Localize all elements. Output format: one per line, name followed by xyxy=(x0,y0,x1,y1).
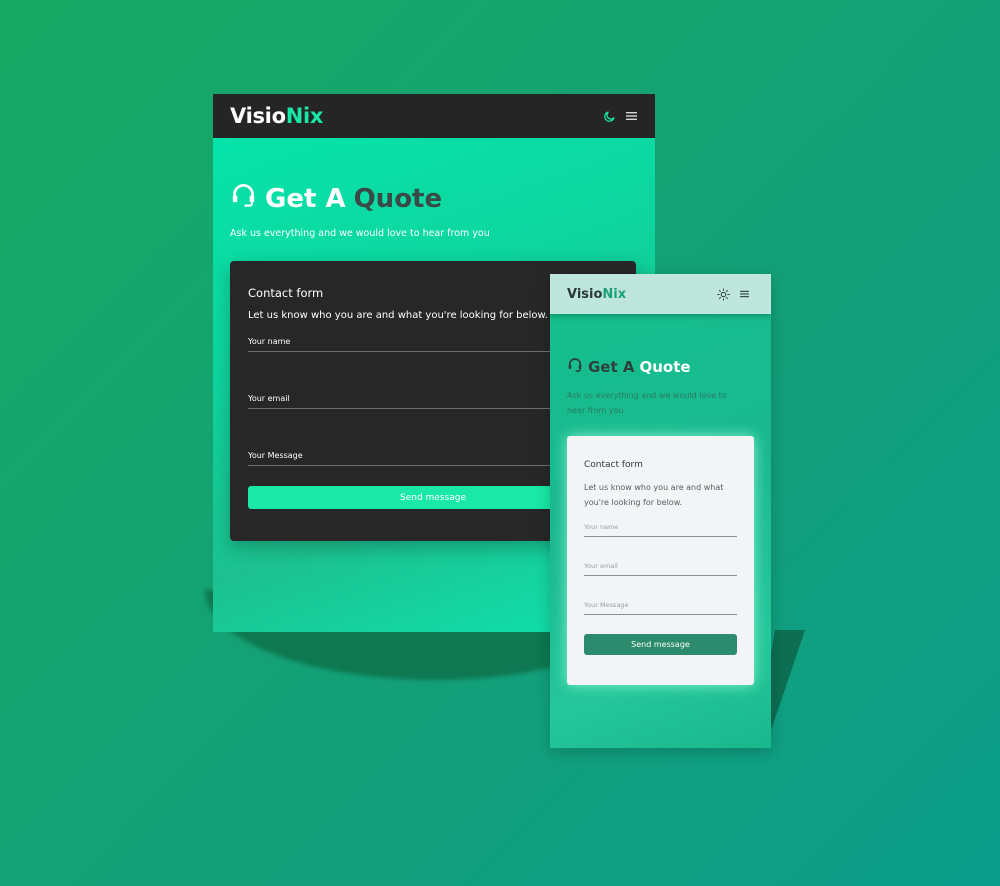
moon-icon[interactable] xyxy=(603,110,616,123)
brand-text-visio: Visio xyxy=(230,104,286,128)
desktop-brand-logo[interactable]: VisioNix xyxy=(230,104,323,128)
mobile-page-subtitle: Ask us everything and we would love to h… xyxy=(567,391,727,415)
title-quote: Quote xyxy=(639,358,691,376)
form-subtitle: Let us know who you are and what you're … xyxy=(248,310,548,321)
title-get-a: Get A xyxy=(588,358,635,376)
hamburger-menu-icon[interactable] xyxy=(740,290,749,298)
desktop-nav-icons xyxy=(603,110,637,123)
send-message-button[interactable]: Send message xyxy=(584,634,737,655)
form-title: Contact form xyxy=(248,286,324,300)
headset-icon xyxy=(230,182,257,216)
brand-text-visio: Visio xyxy=(567,286,603,302)
desktop-navbar: VisioNix xyxy=(213,94,655,138)
title-get-a: Get A xyxy=(265,184,346,214)
mobile-mockup: VisioNix Get A Quote Ask us everything a… xyxy=(550,274,771,748)
mobile-navbar: VisioNix xyxy=(550,274,771,314)
brand-text-nix: Nix xyxy=(285,104,324,128)
mobile-contact-form: Contact form Let us know who you are and… xyxy=(567,436,754,685)
sun-icon[interactable] xyxy=(717,287,730,301)
mobile-page-title: Get A Quote xyxy=(567,357,691,377)
email-input[interactable]: Your email xyxy=(584,562,737,576)
mobile-nav-icons xyxy=(717,287,749,301)
message-input[interactable]: Your Message xyxy=(584,601,737,615)
form-subtitle: Let us know who you are and what you're … xyxy=(584,483,724,507)
mobile-brand-logo[interactable]: VisioNix xyxy=(567,287,626,302)
desktop-page-subtitle: Ask us everything and we would love to h… xyxy=(230,228,490,239)
hamburger-menu-icon[interactable] xyxy=(626,111,637,121)
title-quote: Quote xyxy=(353,184,443,214)
headset-icon xyxy=(567,357,583,377)
brand-text-nix: Nix xyxy=(602,286,627,302)
name-input[interactable]: Your name xyxy=(584,523,737,537)
form-title: Contact form xyxy=(584,460,643,470)
desktop-page-title: Get A Quote xyxy=(230,182,442,216)
